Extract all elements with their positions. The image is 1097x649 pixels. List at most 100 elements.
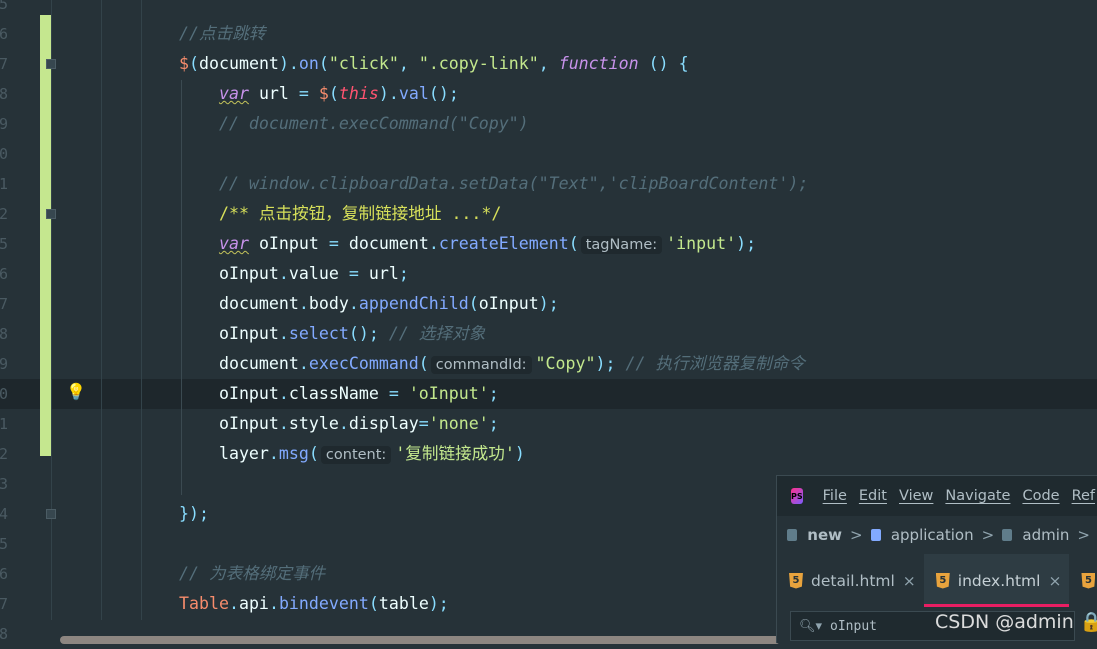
menu-code[interactable]: Code <box>1022 488 1059 504</box>
gutter-divider <box>51 0 52 620</box>
close-icon[interactable]: × <box>1048 572 1061 590</box>
html5-icon: 5 <box>789 572 803 589</box>
line-number: 1 <box>0 175 8 193</box>
html5-icon: 5 <box>1081 572 1096 589</box>
code-token: ( <box>328 84 339 103</box>
code-token: . <box>278 414 289 433</box>
menu-view[interactable]: View <box>899 488 933 504</box>
code-token: . <box>278 264 289 283</box>
chevron-right-icon: > <box>981 526 995 544</box>
fold-expand-icon[interactable] <box>46 209 56 219</box>
code-line[interactable]: Table.api.bindevent(table); <box>179 589 449 619</box>
code-token: ( <box>368 594 379 613</box>
vcs-change-bar[interactable] <box>40 15 51 456</box>
line-number: 7 <box>0 595 8 613</box>
code-token: function <box>558 54 639 73</box>
menu-bar: PS File Edit View Navigate Code Ref <box>777 476 1097 516</box>
tab-label: detail.html <box>811 571 895 590</box>
code-line[interactable]: document.body.appendChild(oInput); <box>179 289 559 319</box>
folder-icon <box>787 529 798 541</box>
code-line[interactable]: oInput.select(); // 选择对象 <box>179 319 485 349</box>
code-token: 'none' <box>428 414 489 433</box>
code-line[interactable]: // 为表格绑定事件 <box>179 559 325 589</box>
code-token: layer <box>179 444 269 463</box>
line-number: 6 <box>0 565 8 583</box>
code-token: var <box>218 84 249 103</box>
code-token: document <box>179 294 299 313</box>
lightbulb-icon[interactable]: 💡 <box>66 382 86 401</box>
code-line[interactable]: var url = $(this).val(); <box>179 79 459 109</box>
code-line[interactable]: oInput.className = 'oInput'; <box>179 379 499 409</box>
chevron-right-icon: > <box>849 526 863 544</box>
code-line[interactable]: //点击跳转 <box>179 19 265 49</box>
code-token: oInput <box>179 324 279 343</box>
line-number: 7 <box>0 55 8 73</box>
line-number: 6 <box>0 265 8 283</box>
code-line[interactable]: $(document).on("click", ".copy-link", fu… <box>179 49 689 79</box>
code-token: style <box>288 414 339 433</box>
code-token: body <box>308 294 349 313</box>
code-token: () { <box>638 54 689 73</box>
code-line[interactable]: // window.clipboardData.setData("Text",'… <box>179 169 808 199</box>
breadcrumb: new > application > admin > <box>777 516 1097 554</box>
code-token: ) <box>514 444 525 463</box>
code-line[interactable]: /** 点击按钮，复制链接地址 ...*/ <box>179 199 501 229</box>
menu-refactor[interactable]: Ref <box>1072 488 1095 504</box>
horizontal-scrollbar[interactable] <box>60 636 780 644</box>
menu-edit[interactable]: Edit <box>859 488 887 504</box>
code-token: ; <box>488 384 499 403</box>
code-token: on <box>298 54 319 73</box>
code-token: bindevent <box>278 594 369 613</box>
tab-detail-html[interactable]: 5 detail.html × <box>777 554 924 607</box>
code-token: val <box>398 84 429 103</box>
breadcrumb-admin[interactable]: admin <box>1022 526 1069 544</box>
code-token: "Copy" <box>535 354 596 373</box>
tab-index-html[interactable]: 5 index.html × <box>923 554 1070 607</box>
code-token: // 执行浏览器复制命令 <box>625 354 805 373</box>
code-token: ). <box>278 54 299 73</box>
code-token: . <box>298 294 309 313</box>
search-icon[interactable]: 🔍︎▾ <box>799 619 822 634</box>
code-token: oInput <box>478 294 539 313</box>
phpstorm-logo-icon: PS <box>791 488 803 504</box>
line-number: 3 <box>0 475 8 493</box>
code-token: /** 点击按钮，复制链接地址 ...*/ <box>179 204 502 223</box>
code-token: ".copy-link" <box>418 54 539 73</box>
code-token: className <box>288 384 389 403</box>
code-line[interactable]: layer.msg(content: '复制链接成功') <box>179 439 525 469</box>
line-number: 4 <box>0 505 8 523</box>
current-line-highlight <box>0 379 1097 409</box>
breadcrumb-application[interactable]: application <box>891 526 974 544</box>
line-number: 8 <box>0 325 8 343</box>
code-token: ( <box>189 54 199 73</box>
code-token: ); <box>595 354 626 373</box>
tab-other[interactable]: 5 c <box>1069 554 1097 607</box>
code-token: appendChild <box>358 294 469 313</box>
menu-file[interactable]: File <box>823 488 847 504</box>
code-token: document <box>199 54 279 73</box>
fold-collapse-icon[interactable] <box>46 509 56 519</box>
code-token: ( <box>318 54 329 73</box>
folder-icon <box>870 529 881 541</box>
code-line[interactable]: // document.execCommand("Copy") <box>179 109 529 139</box>
close-icon[interactable]: × <box>903 572 916 590</box>
code-line[interactable]: oInput.style.display='none'; <box>179 409 499 439</box>
code-token: // document.execCommand("Copy") <box>179 114 529 133</box>
code-token: . <box>278 384 289 403</box>
code-token: = <box>298 84 309 103</box>
code-token: var <box>218 234 249 253</box>
code-token: msg <box>278 444 309 463</box>
breadcrumb-new[interactable]: new <box>807 526 842 544</box>
menu-navigate[interactable]: Navigate <box>945 488 1010 504</box>
code-line[interactable]: oInput.value = url; <box>179 259 409 289</box>
code-line[interactable]: }); <box>179 499 209 529</box>
code-line[interactable]: var oInput = document.createElement(tagN… <box>179 229 756 259</box>
code-line[interactable]: document.execCommand(commandId: "Copy"); … <box>179 349 805 379</box>
code-token: '复制链接成功' <box>395 444 515 463</box>
fold-collapse-icon[interactable] <box>46 59 56 69</box>
folder-icon <box>1002 529 1013 541</box>
line-number: 0 <box>0 145 8 163</box>
code-token: }); <box>179 504 209 523</box>
code-token: . <box>338 414 349 433</box>
code-token: createElement <box>438 234 569 253</box>
